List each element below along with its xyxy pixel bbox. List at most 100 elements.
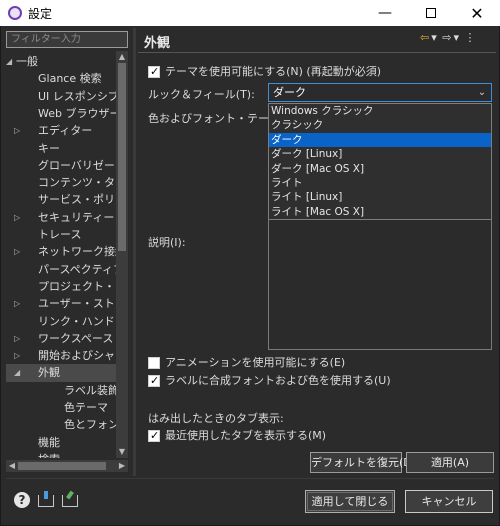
description-area [268,220,492,350]
tree-expanded-icon[interactable]: ◢ [6,53,16,71]
tree-item[interactable]: ラベル装飾 [6,382,116,400]
checkbox-box[interactable] [148,428,160,444]
scroll-down-icon[interactable]: ▼ [116,446,128,458]
tree-item[interactable]: 機能 [6,434,116,452]
tree-item-label: グローバリゼーション [38,158,116,172]
tree-item-label: 色テーマ [64,401,108,414]
mixed-fonts-label: ラベルに合成フォントおよび色を使用する(U) [165,374,391,387]
tree-item-label: ネットワーク接続 [38,245,116,259]
scroll-up-icon[interactable]: ▲ [116,51,128,63]
tree-vertical-scrollbar[interactable]: ▲ ▼ [116,51,128,458]
scroll-left-icon[interactable]: ◀ [6,460,18,472]
scrollbar-thumb[interactable] [118,63,126,251]
tree-item[interactable]: UI レスポンシブ・モ [6,88,116,106]
tree-item-label: エディター [38,124,93,138]
tree-item-label: トレース [38,228,82,241]
filter-input[interactable]: フィルター入力 [6,31,128,48]
export-icon[interactable] [62,495,78,507]
cancel-button[interactable]: キャンセル [405,490,493,513]
checkbox-box[interactable] [148,357,160,369]
look-and-feel-dropdown-list: Windows クラシック クラシック ダーク ダーク [Linux] ダーク [Mac… [268,103,492,220]
tree-item-label: セキュリティー [38,210,115,224]
dropdown-option[interactable]: ライト [269,176,491,190]
tree-item[interactable]: ◢ 一般 [6,53,116,71]
footer-separator [6,478,494,479]
tree-item[interactable]: トレース [6,226,116,244]
tree-item[interactable]: キー [6,140,116,158]
tree-item[interactable]: Web ブラウザー [6,105,116,123]
tree-item-label: 外観 [38,366,60,380]
back-arrow-icon[interactable]: ⇦ [420,31,429,44]
forward-arrow-icon[interactable]: ⇨ [442,31,451,44]
help-icon[interactable]: ? [14,492,30,508]
tree-viewport: ◢一般Glance 検索UI レスポンシブ・モWeb ブラウザー ▷ エディターキー… [6,51,116,458]
checkbox-box[interactable] [148,64,160,80]
tree-collapsed-icon[interactable]: ▷ [14,243,24,261]
view-menu-icon[interactable]: ⋮ [465,31,476,44]
tree-item[interactable]: コンテンツ・タイプ [6,174,116,192]
tree-collapsed-icon[interactable]: ▷ [14,330,24,348]
dropdown-option[interactable]: ダーク [269,132,491,148]
dropdown-option[interactable]: ライト [Linux] [269,190,491,204]
enable-theme-label: テーマを使用可能にする(N) (再起動が必須) [165,65,381,78]
app-icon [8,6,22,20]
close-button[interactable]: ✕ [454,0,500,26]
tree-item-label: 色とフォント [64,418,116,432]
tree-collapsed-icon[interactable]: ▷ [14,122,24,140]
apply-button[interactable]: 適用(A) [406,452,494,473]
tree-expanded-icon[interactable]: ◢ [14,364,24,382]
panel-sash[interactable] [133,28,136,476]
window-title: 設定 [28,7,53,21]
tree-collapsed-icon[interactable]: ▷ [14,209,24,227]
tree-item[interactable]: グローバリゼーション [6,157,116,175]
forward-menu-icon[interactable]: ▾ [453,31,459,44]
import-icon[interactable] [38,491,54,507]
restore-defaults-button[interactable]: デフォルトを復元(D) [310,452,416,473]
tree-item[interactable]: ▷ ネットワーク接続 [6,243,116,261]
description-label: 説明(I): [148,236,186,249]
tree-item-label: Web ブラウザー [38,106,116,120]
dropdown-option[interactable]: Windows クラシック [269,104,491,118]
tab-overflow-label: はみ出したときのタブ表示: [148,412,284,425]
look-and-feel-label: ルック＆フィール(T): [148,88,255,101]
window-title-bar: 設定 — ✕ [0,0,500,26]
minimize-button[interactable]: — [362,0,408,26]
maximize-button[interactable] [408,0,454,26]
tree-collapsed-icon[interactable]: ▷ [14,295,24,313]
tree-item-label: 検索 [38,451,60,458]
tree-item[interactable]: 検索 [6,451,116,458]
tree-item[interactable]: サービス・ポリシー [6,191,116,209]
tree-item-label: ユーザー・ストレージ [38,297,116,311]
look-and-feel-combo[interactable]: ダーク ⌄ [268,83,492,102]
tree-item[interactable]: ▷ ワークスペース [6,330,116,348]
dropdown-option[interactable]: クラシック [269,118,491,132]
tree-item-label: プロジェクト・ネーチャ [38,279,116,293]
chevron-down-icon[interactable]: ⌄ [473,84,491,101]
tree-collapsed-icon[interactable]: ▷ [14,347,24,365]
tree-item-label: コンテンツ・タイプ [38,176,116,190]
tree-item[interactable]: ▷ ユーザー・ストレージ [6,295,116,313]
tree-horizontal-scrollbar[interactable]: ◀ ▶ [6,460,128,472]
page-navigation: ⇦ ▾ ⇨ ▾ ⋮ [420,31,478,44]
tree-item[interactable]: ◢ 外観 [6,364,116,383]
show-recent-tabs-label: 最近使用したタブを表示する(M) [165,429,327,442]
preferences-tree: ◢一般Glance 検索UI レスポンシブ・モWeb ブラウザー ▷ エディターキー… [6,51,128,458]
tree-item[interactable]: パースペクティブ [6,261,116,279]
scrollbar-thumb[interactable] [18,462,106,470]
tree-item[interactable]: リンク・ハンドラー [6,313,116,331]
tree-item[interactable]: ▷ エディター [6,122,116,140]
tree-item[interactable]: 色とフォント [6,416,116,434]
tree-item[interactable]: ▷ セキュリティー [6,209,116,227]
tree-item-label: パースペクティブ [38,262,116,276]
back-menu-icon[interactable]: ▾ [431,31,437,44]
apply-and-close-button[interactable]: 適用して閉じる [305,490,395,513]
tree-item[interactable]: Glance 検索 [6,70,116,88]
tree-item[interactable]: プロジェクト・ネーチャ [6,278,116,296]
checkbox-box[interactable] [148,373,160,389]
scroll-right-icon[interactable]: ▶ [116,460,128,472]
tree-item[interactable]: 色テーマ [6,399,116,417]
dropdown-option[interactable]: ダーク [Linux] [269,147,491,161]
dropdown-option[interactable]: ライト [Mac OS X] [269,205,491,219]
dropdown-option[interactable]: ダーク [Mac OS X] [269,162,491,176]
tree-item[interactable]: ▷ 開始およびシャット [6,347,116,365]
